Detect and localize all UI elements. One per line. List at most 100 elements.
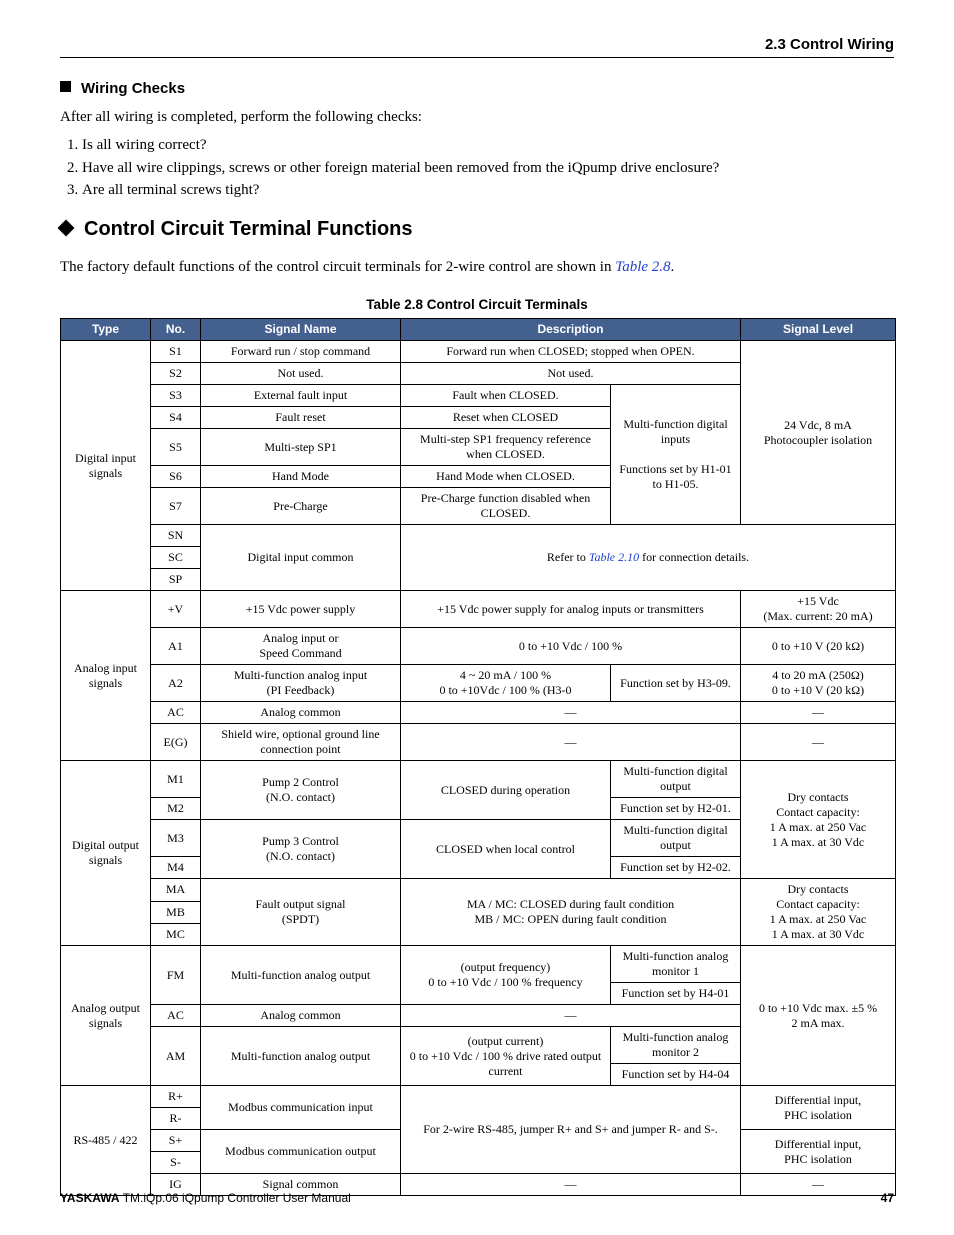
level-cell: Dry contactsContact capacity:1 A max. at…	[741, 761, 896, 879]
name-cell: Shield wire, optional ground line connec…	[201, 724, 401, 761]
name-cell: Analog common	[201, 702, 401, 724]
level-cell: +15 Vdc(Max. current: 20 mA)	[741, 591, 896, 628]
desc-cell: Pre-Charge function disabled when CLOSED…	[401, 488, 611, 525]
desc-cell: —	[401, 724, 741, 761]
no-cell: S-	[151, 1152, 201, 1174]
list-item: Have all wire clippings, screws or other…	[82, 158, 894, 178]
name-cell: Multi-function analog output	[201, 1027, 401, 1086]
diamond-icon	[58, 220, 75, 237]
desc-cell: CLOSED during operation	[401, 761, 611, 820]
footer-brand: YASKAWA	[60, 1191, 120, 1205]
desc-cell: Fault when CLOSED.	[401, 385, 611, 407]
desc-cell: Refer to Table 2.10 for connection detai…	[401, 525, 896, 591]
no-cell: S6	[151, 466, 201, 488]
name-cell: Not used.	[201, 363, 401, 385]
desc-cell: For 2-wire RS-485, jumper R+ and S+ and …	[401, 1086, 741, 1174]
table-row: Analog input signals +V +15 Vdc power su…	[61, 591, 896, 628]
type-cell: Digital output signals	[61, 761, 151, 946]
type-cell: Digital input signals	[61, 341, 151, 591]
section-header: 2.3 Control Wiring	[60, 36, 894, 53]
control-circuit-terminals-table: Type No. Signal Name Description Signal …	[60, 318, 896, 1196]
ccf-body: The factory default functions of the con…	[60, 257, 894, 277]
level-cell: Differential input,PHC isolation	[741, 1130, 896, 1174]
level-cell: 4 to 20 mA (250Ω)0 to +10 V (20 kΩ)	[741, 665, 896, 702]
desc-cell: 0 to +10 Vdc / 100 %	[401, 628, 741, 665]
name-cell: Fault output signal(SPDT)	[201, 879, 401, 946]
table-row: A2 Multi-function analog input(PI Feedba…	[61, 665, 896, 702]
ccf-title-text: Control Circuit Terminal Functions	[84, 218, 413, 240]
no-cell: M1	[151, 761, 201, 798]
list-item: Is all wiring correct?	[82, 135, 894, 155]
desc2-cell: Multi-function analog monitor 2	[611, 1027, 741, 1064]
no-cell: R+	[151, 1086, 201, 1108]
wiring-checks-heading: Wiring Checks	[60, 80, 894, 97]
no-cell: FM	[151, 946, 201, 1005]
no-cell: S5	[151, 429, 201, 466]
level-cell: 0 to +10 Vdc max. ±5 %2 mA max.	[741, 946, 896, 1086]
no-cell: A2	[151, 665, 201, 702]
no-cell: MC	[151, 923, 201, 945]
desc-cell: MA / MC: CLOSED during fault conditionMB…	[401, 879, 741, 946]
type-cell: Analog input signals	[61, 591, 151, 761]
no-cell: S7	[151, 488, 201, 525]
th-no: No.	[151, 319, 201, 341]
name-cell: Digital input common	[201, 525, 401, 591]
desc-cell: Forward run when CLOSED; stopped when OP…	[401, 341, 741, 363]
no-cell: M4	[151, 857, 201, 879]
no-cell: R-	[151, 1108, 201, 1130]
page-footer: YASKAWA TM.iQp.06 iQpump Controller User…	[60, 1191, 894, 1205]
name-cell: Pump 3 Control(N.O. contact)	[201, 820, 401, 879]
desc-cell: 4 ~ 20 mA / 100 %0 to +10Vdc / 100 % (H3…	[401, 665, 611, 702]
th-desc: Description	[401, 319, 741, 341]
desc2-cell: Function set by H4-04	[611, 1064, 741, 1086]
no-cell: AM	[151, 1027, 201, 1086]
name-cell: Multi-function analog output	[201, 946, 401, 1005]
name-cell: Modbus communication input	[201, 1086, 401, 1130]
ccf-body-post: .	[671, 259, 675, 275]
name-cell: Analog common	[201, 1005, 401, 1027]
table-2-8-link[interactable]: Table 2.8	[615, 259, 670, 275]
footer-page: 47	[881, 1191, 894, 1205]
table-title: Table 2.8 Control Circuit Terminals	[60, 297, 894, 312]
name-cell: Pump 2 Control(N.O. contact)	[201, 761, 401, 820]
desc2-cell: Function set by H2-02.	[611, 857, 741, 879]
footer-left: YASKAWA TM.iQp.06 iQpump Controller User…	[60, 1191, 351, 1205]
no-cell: S+	[151, 1130, 201, 1152]
desc-cell: —	[401, 1005, 741, 1027]
table-header-row: Type No. Signal Name Description Signal …	[61, 319, 896, 341]
no-cell: MA	[151, 879, 201, 901]
header-rule	[60, 57, 894, 58]
desc2-cell: Multi-function digital inputsFunctions s…	[611, 385, 741, 525]
no-cell: AC	[151, 702, 201, 724]
th-name: Signal Name	[201, 319, 401, 341]
list-item: Are all terminal screws tight?	[82, 180, 894, 200]
desc2-cell: Function set by H2-01.	[611, 798, 741, 820]
no-cell: SN	[151, 525, 201, 547]
level-cell: Dry contactsContact capacity:1 A max. at…	[741, 879, 896, 946]
wiring-checks-list: Is all wiring correct? Have all wire cli…	[60, 135, 894, 200]
name-cell: Multi-function analog input(PI Feedback)	[201, 665, 401, 702]
no-cell: MB	[151, 901, 201, 923]
type-cell: RS-485 / 422	[61, 1086, 151, 1196]
level-cell: 24 Vdc, 8 mAPhotocoupler isolation	[741, 341, 896, 525]
type-cell: Analog output signals	[61, 946, 151, 1086]
no-cell: S3	[151, 385, 201, 407]
name-cell: Forward run / stop command	[201, 341, 401, 363]
desc2-cell: Function set by H4-01	[611, 983, 741, 1005]
no-cell: SC	[151, 547, 201, 569]
name-cell: Pre-Charge	[201, 488, 401, 525]
table-2-10-link[interactable]: Table 2.10	[589, 550, 639, 564]
name-cell: Analog input orSpeed Command	[201, 628, 401, 665]
name-cell: Fault reset	[201, 407, 401, 429]
name-cell: Hand Mode	[201, 466, 401, 488]
wiring-title-text: Wiring Checks	[81, 80, 185, 97]
table-row: AC Analog common — —	[61, 702, 896, 724]
desc-cell: (output frequency)0 to +10 Vdc / 100 % f…	[401, 946, 611, 1005]
name-cell: Modbus communication output	[201, 1130, 401, 1174]
name-cell: External fault input	[201, 385, 401, 407]
level-cell: —	[741, 702, 896, 724]
table-row: SN Digital input common Refer to Table 2…	[61, 525, 896, 547]
level-cell: Differential input,PHC isolation	[741, 1086, 896, 1130]
desc-cell: Reset when CLOSED	[401, 407, 611, 429]
ccf-body-pre: The factory default functions of the con…	[60, 259, 615, 275]
